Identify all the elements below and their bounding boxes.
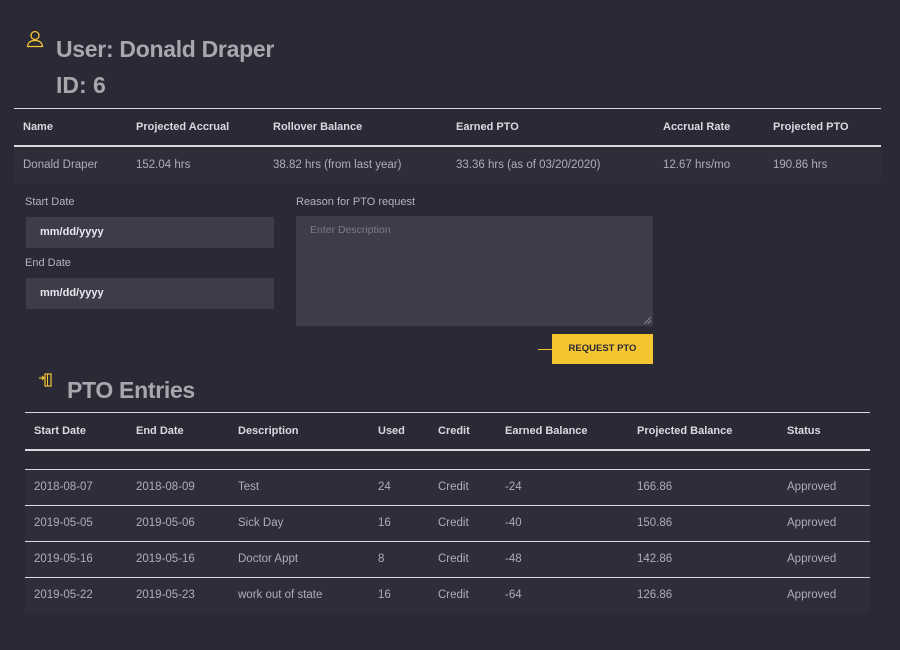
button-accent-line — [538, 349, 552, 350]
summary-projected-pto: 190.86 hrs — [773, 159, 828, 171]
cell-credit: Credit — [438, 553, 469, 565]
entries-header-row: Start Date End Date Description Used Cre… — [25, 413, 870, 449]
col-earned-balance: Earned Balance — [505, 425, 588, 437]
entries-icon — [39, 373, 52, 387]
table-row[interactable]: 2019-05-22 2019-05-23 work out of state … — [25, 578, 870, 613]
entries-title: PTO Entries — [67, 377, 195, 403]
summary-projected-accrual: 152.04 hrs — [136, 159, 191, 171]
table-row[interactable]: 2019-05-16 2019-05-16 Doctor Appt 8 Cred… — [25, 542, 870, 577]
col-start-date: Start Date — [34, 425, 86, 437]
summary-table: Name Projected Accrual Rollover Balance … — [14, 108, 881, 183]
table-row[interactable]: 2018-08-07 2018-08-09 Test 24 Credit -24… — [25, 470, 870, 505]
cell-status: Approved — [787, 517, 837, 529]
cell-used: 16 — [378, 589, 391, 601]
col-projected-accrual: Projected Accrual — [136, 121, 230, 133]
cell-end-date: 2019-05-16 — [136, 553, 195, 565]
cell-description: Test — [238, 481, 260, 493]
cell-credit: Credit — [438, 589, 469, 601]
reason-label: Reason for PTO request — [296, 196, 416, 208]
cell-end-date: 2019-05-23 — [136, 589, 195, 601]
table-row[interactable]: 2019-05-05 2019-05-06 Sick Day 16 Credit… — [25, 506, 870, 541]
cell-projected-balance: 126.86 — [637, 589, 673, 601]
col-projected-pto: Projected PTO — [773, 121, 849, 133]
cell-projected-balance: 166.86 — [637, 481, 673, 493]
col-earned-pto: Earned PTO — [456, 121, 519, 133]
cell-used: 16 — [378, 517, 391, 529]
col-rollover-balance: Rollover Balance — [273, 121, 363, 133]
col-status: Status — [787, 425, 821, 437]
end-date-input[interactable]: mm/dd/yyyy — [26, 278, 274, 309]
cell-earned-balance: -64 — [505, 589, 522, 601]
cell-start-date: 2019-05-05 — [34, 517, 93, 529]
reason-textarea[interactable]: Enter Description — [296, 216, 653, 326]
cell-earned-balance: -48 — [505, 553, 522, 565]
request-pto-button[interactable]: REQUEST PTO — [552, 334, 653, 364]
col-accrual-rate: Accrual Rate — [663, 121, 731, 133]
cell-used: 24 — [378, 481, 391, 493]
cell-used: 8 — [378, 553, 385, 565]
summary-rollover-balance: 38.82 hrs (from last year) — [273, 159, 402, 171]
cell-credit: Credit — [438, 517, 469, 529]
cell-start-date: 2018-08-07 — [34, 481, 93, 493]
reason-placeholder: Enter Description — [310, 224, 391, 236]
col-name: Name — [23, 121, 53, 133]
cell-status: Approved — [787, 553, 837, 565]
cell-earned-balance: -40 — [505, 517, 522, 529]
summary-header-row: Name Projected Accrual Rollover Balance … — [14, 109, 881, 145]
col-credit: Credit — [438, 425, 470, 437]
col-projected-balance: Projected Balance — [637, 425, 733, 437]
cell-projected-balance: 150.86 — [637, 517, 673, 529]
cell-earned-balance: -24 — [505, 481, 522, 493]
start-date-input[interactable]: mm/dd/yyyy — [26, 217, 274, 248]
entries-table: Start Date End Date Description Used Cre… — [25, 412, 870, 613]
summary-earned-pto: 33.36 hrs (as of 03/20/2020) — [456, 159, 601, 171]
user-title: User: Donald Draper — [56, 36, 274, 62]
cell-projected-balance: 142.86 — [637, 553, 673, 565]
cell-status: Approved — [787, 589, 837, 601]
start-date-label: Start Date — [25, 196, 75, 208]
cell-credit: Credit — [438, 481, 469, 493]
cell-description: Doctor Appt — [238, 553, 299, 565]
user-icon — [26, 30, 44, 48]
cell-start-date: 2019-05-16 — [34, 553, 93, 565]
user-id: ID: 6 — [56, 72, 106, 98]
cell-end-date: 2018-08-09 — [136, 481, 195, 493]
summary-accrual-rate: 12.67 hrs/mo — [663, 159, 731, 171]
col-description: Description — [238, 425, 299, 437]
summary-name: Donald Draper — [23, 159, 98, 171]
cell-end-date: 2019-05-06 — [136, 517, 195, 529]
cell-status: Approved — [787, 481, 837, 493]
cell-start-date: 2019-05-22 — [34, 589, 93, 601]
end-date-label: End Date — [25, 257, 71, 269]
summary-row: Donald Draper 152.04 hrs 38.82 hrs (from… — [14, 147, 881, 183]
resize-handle-icon[interactable] — [644, 317, 651, 324]
cell-description: work out of state — [238, 589, 323, 601]
col-used: Used — [378, 425, 405, 437]
cell-description: Sick Day — [238, 517, 284, 529]
col-end-date: End Date — [136, 425, 184, 437]
